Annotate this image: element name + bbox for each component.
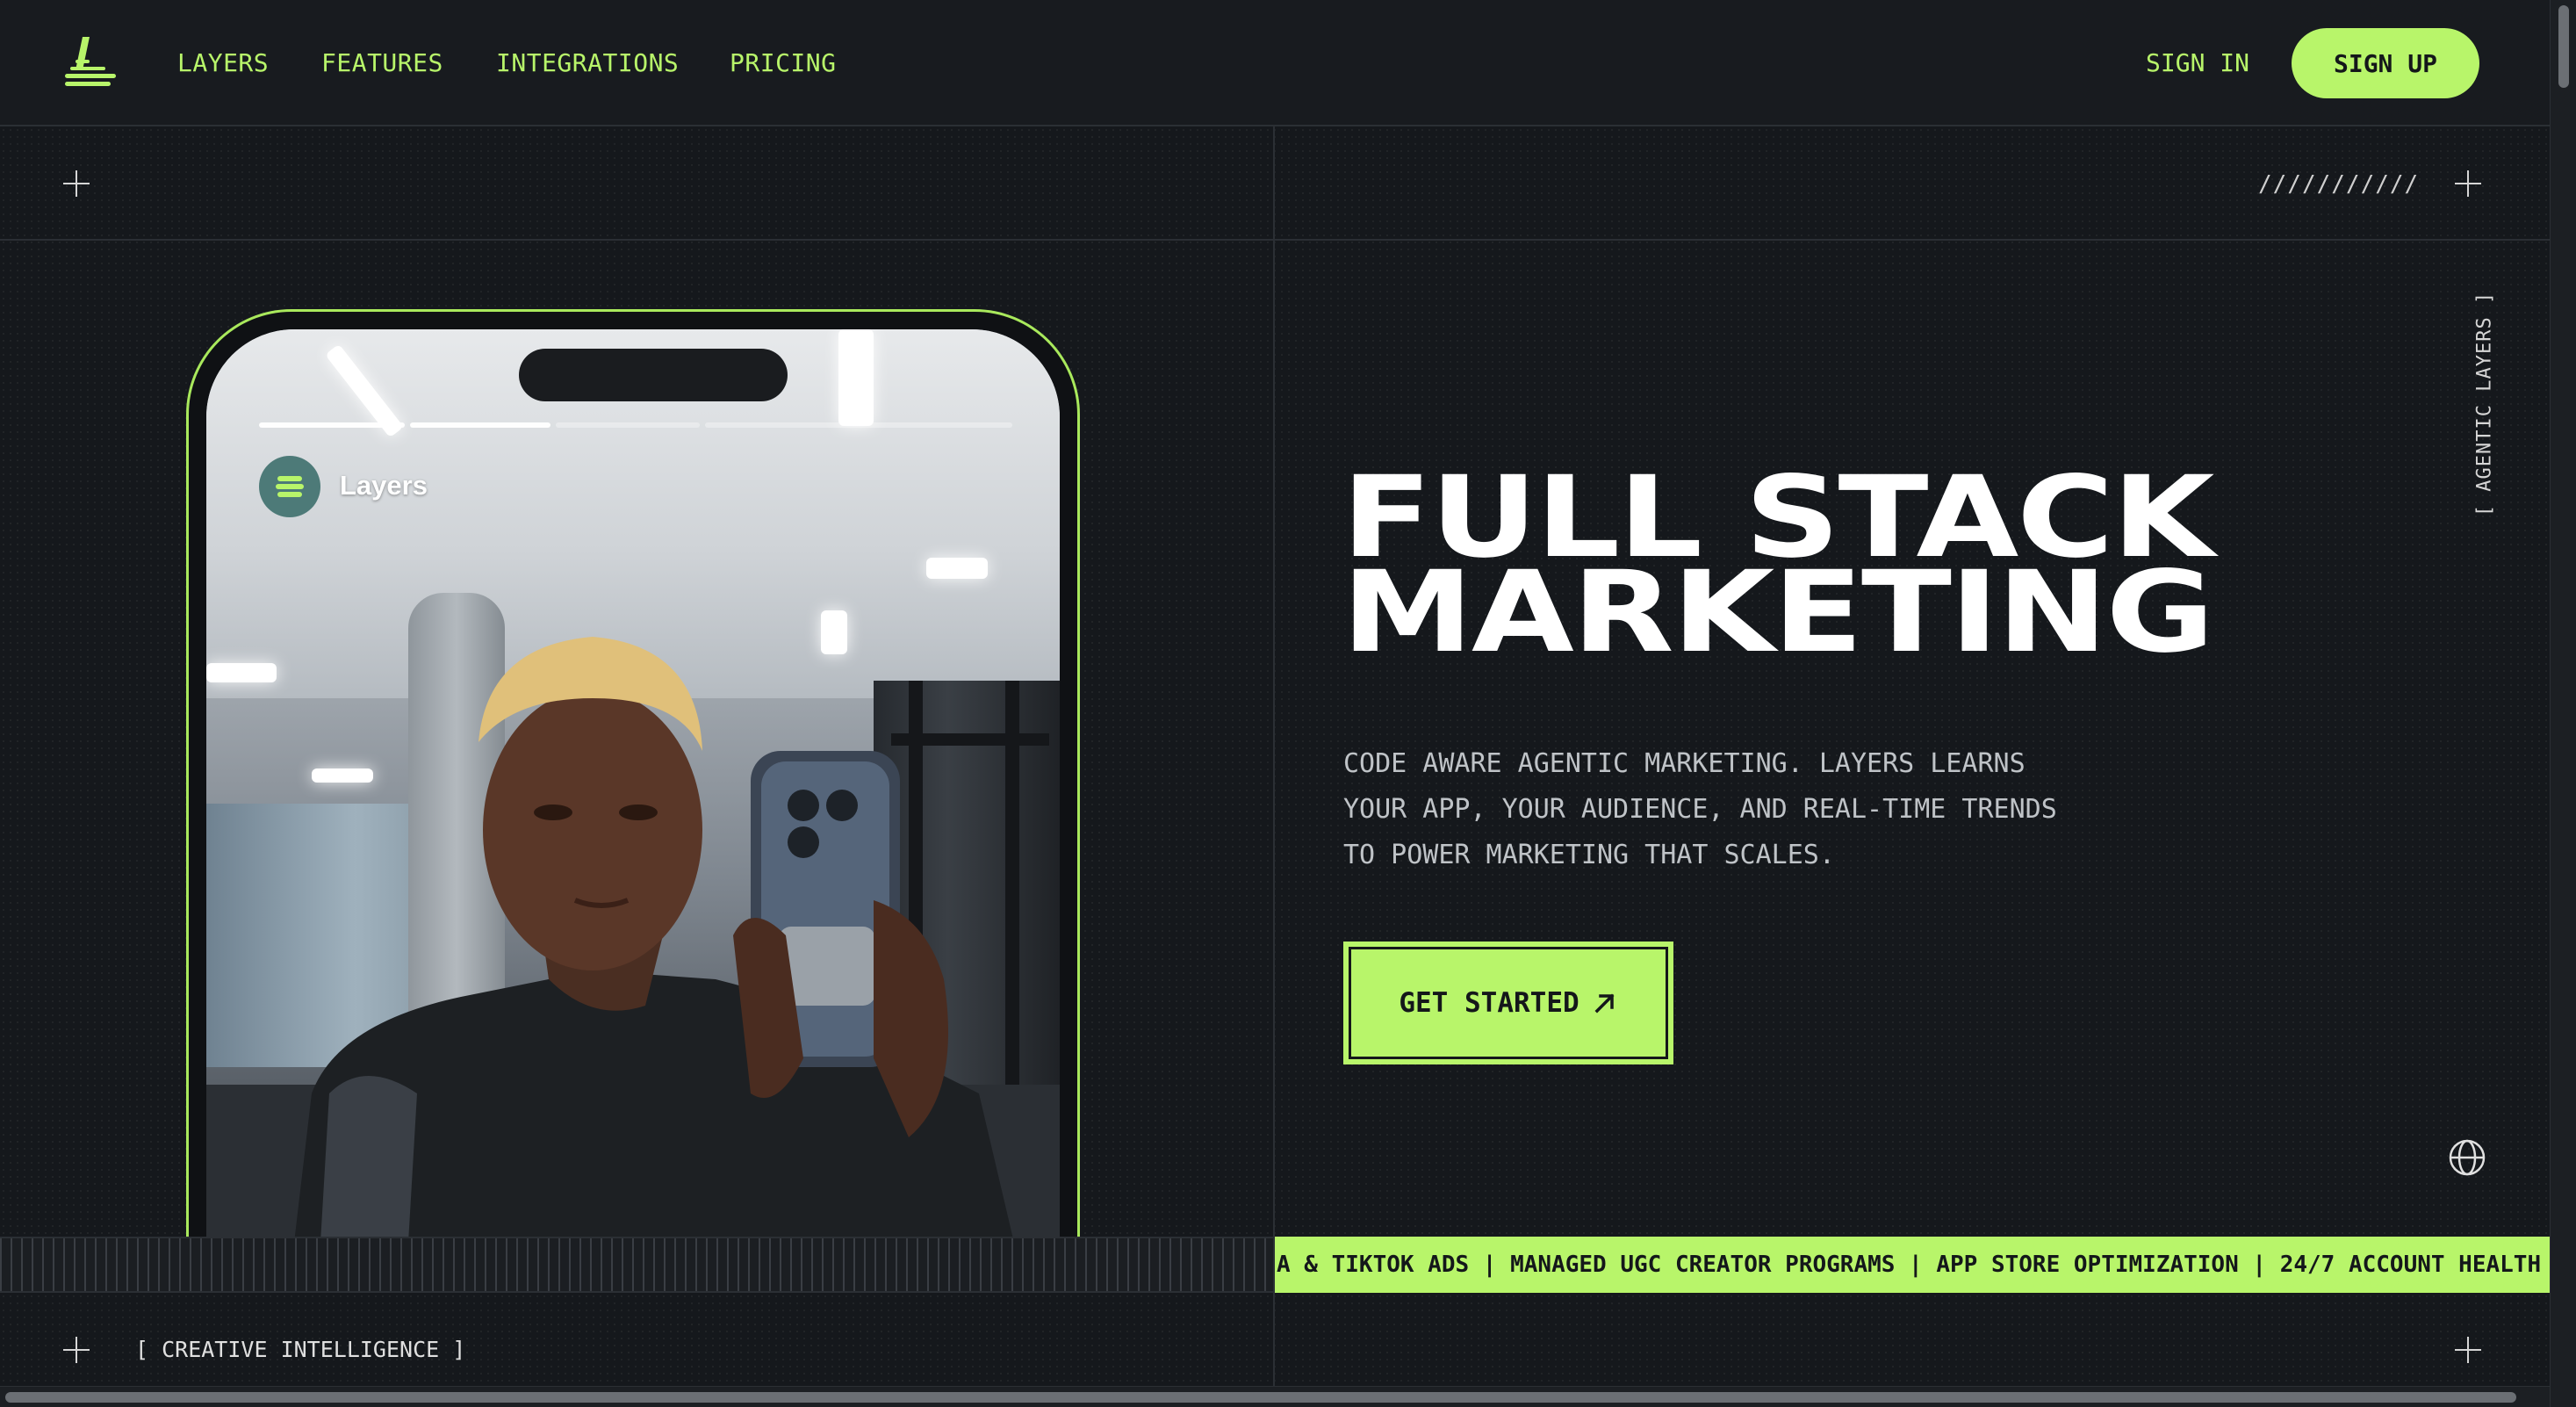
landing-page: LAYERS FEATURES INTEGRATIONS PRICING SIG… (0, 0, 2550, 1386)
hero-description-line: CODE AWARE AGENTIC MARKETING. LAYERS LEA… (1343, 748, 2026, 779)
globe-icon[interactable] (2448, 1138, 2486, 1177)
story-progress-segment (705, 422, 1012, 428)
horizontal-scroll-thumb[interactable] (5, 1392, 2516, 1403)
top-section-divider (0, 239, 2550, 241)
nav-link-features[interactable]: FEATURES (321, 47, 443, 79)
plus-icon (63, 1337, 90, 1363)
story-progress-segment (410, 422, 550, 428)
nav-link-integrations[interactable]: INTEGRATIONS (496, 47, 679, 79)
decorative-slashes: /////////// (2258, 171, 2420, 198)
person-selfie-image (294, 637, 1014, 1240)
arrow-up-right-icon (1594, 993, 1615, 1014)
hero-title: FULL STACK MARKETING (1342, 462, 2550, 678)
hero-description-line: YOUR APP, YOUR AUDIENCE, AND REAL-TIME T… (1343, 794, 2057, 825)
hero-title-line: MARKETING (1342, 547, 2214, 678)
sign-in-link[interactable]: SIGN IN (2146, 47, 2249, 79)
phone-notch (519, 349, 788, 401)
hero-description: CODE AWARE AGENTIC MARKETING. LAYERS LEA… (1343, 741, 2133, 878)
sign-up-button[interactable]: SIGN UP (2292, 28, 2479, 98)
ugc-video[interactable]: Layers (206, 329, 1060, 1240)
plus-icon (2455, 1337, 2481, 1363)
plus-icon (2455, 170, 2481, 197)
get-started-label: GET STARTED (1399, 987, 1579, 1019)
nav-link-pricing[interactable]: PRICING (730, 47, 837, 79)
top-nav: LAYERS FEATURES INTEGRATIONS PRICING SIG… (0, 0, 2550, 126)
get-started-button[interactable]: GET STARTED (1343, 942, 1673, 1064)
ticker-pattern (0, 1237, 1273, 1293)
vertical-scroll-thumb[interactable] (2558, 5, 2569, 88)
plus-icon (63, 170, 90, 197)
story-progress-segment (259, 422, 405, 428)
story-avatar[interactable] (259, 456, 320, 517)
phone-mockup: Layers (186, 309, 1080, 1240)
story-progress-segment (556, 422, 700, 428)
vertical-scrollbar[interactable] (2550, 0, 2576, 1407)
horizontal-scrollbar[interactable] (0, 1386, 2550, 1407)
hero-description-line: TO POWER MARKETING THAT SCALES. (1343, 840, 1835, 870)
story-account-name: Layers (340, 470, 428, 501)
layers-logo-icon[interactable] (63, 35, 118, 88)
creative-intelligence-label: [ CREATIVE INTELLIGENCE ] (135, 1337, 466, 1362)
layers-stack-icon (276, 476, 304, 497)
services-ticker: A & TIKTOK ADS | MANAGED UGC CREATOR PRO… (1275, 1237, 2550, 1293)
center-divider (1273, 126, 1275, 1386)
nav-link-layers[interactable]: LAYERS (177, 47, 269, 79)
ticker-text: A & TIKTOK ADS | MANAGED UGC CREATOR PRO… (1277, 1252, 2550, 1278)
